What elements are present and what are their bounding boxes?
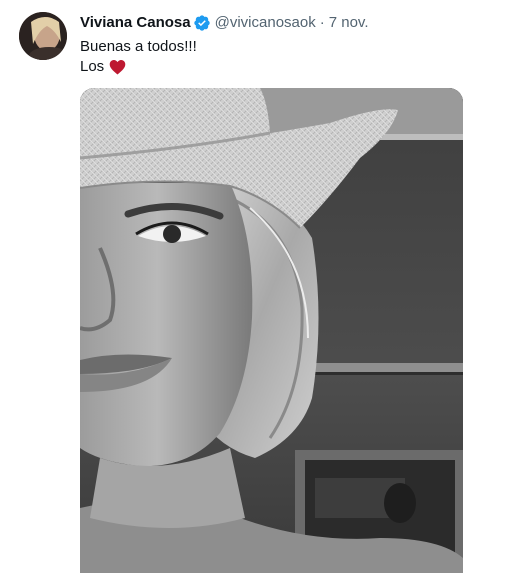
tweet-photo[interactable]: [80, 88, 463, 573]
heart-icon: [109, 59, 126, 75]
tweet-text: Buenas a todos!!! Los: [80, 37, 197, 77]
tweet-text-line-1: Buenas a todos!!!: [80, 37, 197, 57]
avatar[interactable]: [19, 12, 67, 60]
author-name[interactable]: Viviana Canosa: [80, 13, 191, 33]
tweet-text-los: Los: [80, 58, 105, 75]
separator-dot: ·: [319, 14, 325, 31]
photo-image: [80, 88, 463, 573]
tweet[interactable]: Viviana Canosa @vivicanosaok · 7 nov. Bu…: [0, 0, 526, 573]
verified-badge-icon: [193, 14, 211, 32]
tweet-header: Viviana Canosa @vivicanosaok · 7 nov.: [80, 13, 368, 33]
author-handle[interactable]: @vivicanosaok: [215, 13, 316, 33]
avatar-photo: [19, 12, 67, 60]
tweet-timestamp[interactable]: 7 nov.: [329, 13, 369, 33]
tweet-text-line-2: Los: [80, 57, 197, 77]
tweet-text-greeting: Buenas a todos!!!: [80, 38, 197, 55]
